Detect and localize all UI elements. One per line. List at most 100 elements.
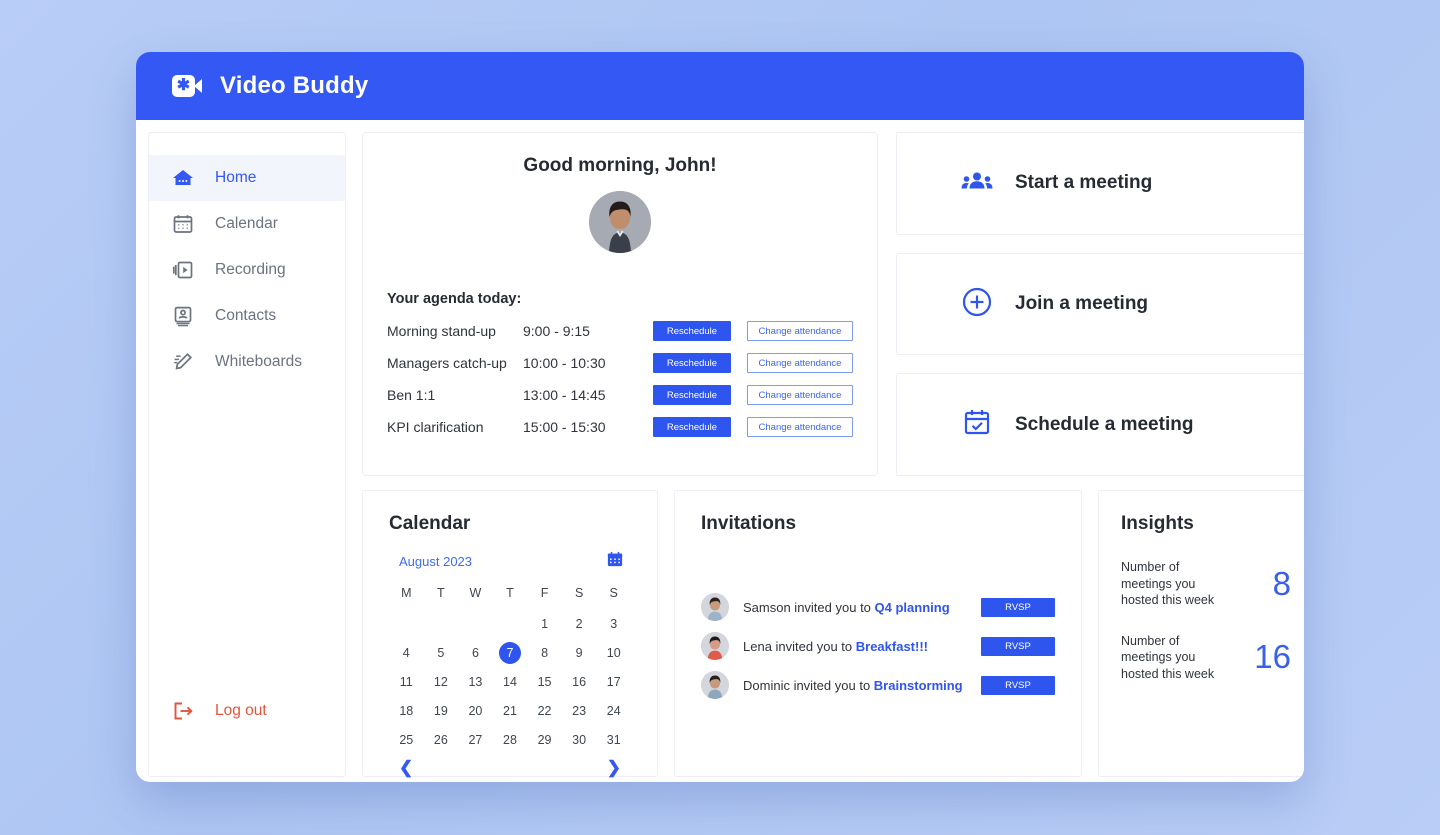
calendar-dow: F xyxy=(540,586,549,600)
sidebar-item-recording[interactable]: Recording xyxy=(149,247,345,293)
agenda-meeting-name: Morning stand-up xyxy=(387,323,496,339)
calendar-day[interactable]: 26 xyxy=(424,729,459,751)
greeting-card: Good morning, John! Your agenda today: M… xyxy=(362,132,878,476)
inviter-avatar xyxy=(701,671,729,699)
reschedule-button[interactable]: Reschedule xyxy=(653,353,731,373)
calendar-day[interactable]: 25 xyxy=(389,729,424,751)
invitation-event-link[interactable]: Q4 planning xyxy=(875,600,950,615)
insights-title: Insights xyxy=(1121,513,1194,534)
app-titlebar: ✱ Video Buddy xyxy=(136,52,1304,120)
sidebar-item-home[interactable]: Home xyxy=(149,155,345,201)
change-attendance-button[interactable]: Change attendance xyxy=(747,385,853,405)
invitation-text: Lena invited you to Breakfast!!! xyxy=(743,639,981,654)
sidebar-item-calendar[interactable]: Calendar xyxy=(149,201,345,247)
reschedule-button[interactable]: Reschedule xyxy=(653,417,731,437)
logout-arrow-icon xyxy=(171,699,195,723)
chevron-left-icon[interactable]: ❮ xyxy=(399,759,413,776)
schedule-meeting-card[interactable]: Schedule a meeting xyxy=(896,373,1304,477)
agenda-meeting-time: 15:00 - 15:30 xyxy=(523,419,606,435)
calendar-day[interactable]: 8 xyxy=(527,642,562,664)
action-cards: Start a meeting Join a meeting Schedule … xyxy=(896,132,1304,477)
calendar-day[interactable]: 4 xyxy=(389,642,424,664)
sidebar-item-label: Recording xyxy=(215,261,286,278)
logout-label: Log out xyxy=(215,702,267,719)
reschedule-button[interactable]: Reschedule xyxy=(653,321,731,341)
change-attendance-button[interactable]: Change attendance xyxy=(747,321,853,341)
join-meeting-card[interactable]: Join a meeting xyxy=(896,252,1304,356)
calendar-title: Calendar xyxy=(389,513,471,534)
calendar-day[interactable]: 3 xyxy=(596,613,631,635)
calendar-day[interactable]: 18 xyxy=(389,700,424,722)
calendar-day[interactable]: 14 xyxy=(493,671,528,693)
start-meeting-card[interactable]: Start a meeting xyxy=(896,132,1304,235)
agenda-row: KPI clarification 15:00 - 15:30 Reschedu… xyxy=(387,411,853,443)
insight-label: Number of meetings you hosted this week xyxy=(1121,633,1215,681)
calendar-day[interactable]: 11 xyxy=(389,671,424,693)
calendar-day[interactable]: 28 xyxy=(493,729,528,751)
chevron-right-icon[interactable]: ❯ xyxy=(607,759,621,776)
calendar-day[interactable]: 27 xyxy=(458,729,493,751)
calendar-day[interactable]: 24 xyxy=(596,700,631,722)
calendar-day[interactable]: 6 xyxy=(458,642,493,664)
calendar-picker-icon[interactable] xyxy=(607,551,623,572)
invitation-row: Samson invited you to Q4 planning RVSP xyxy=(701,593,1055,621)
calendar-blank xyxy=(493,613,528,635)
calendar-day[interactable]: 31 xyxy=(596,729,631,751)
calendar-grid: M T W T F S S 1 2 3 4 5 6 7 8 9 10 11 12 13 14 15 16 17 18 19 20 21… xyxy=(389,586,631,751)
reschedule-button[interactable]: Reschedule xyxy=(653,385,731,405)
action-card-label: Start a meeting xyxy=(1015,172,1153,194)
calendar-day[interactable]: 2 xyxy=(562,613,597,635)
calendar-day[interactable]: 5 xyxy=(424,642,459,664)
change-attendance-button[interactable]: Change attendance xyxy=(747,417,853,437)
calendar-day[interactable]: 16 xyxy=(562,671,597,693)
rvsp-button[interactable]: RVSP xyxy=(981,597,1055,617)
inviter-avatar xyxy=(701,593,729,621)
action-card-label: Schedule a meeting xyxy=(1015,413,1194,435)
recording-icon xyxy=(171,258,195,282)
logout-button[interactable]: Log out xyxy=(149,688,345,734)
insight-label: Number of meetings you hosted this week xyxy=(1121,560,1215,607)
calendar-day[interactable]: 17 xyxy=(596,671,631,693)
sidebar-item-whiteboards[interactable]: Whiteboards xyxy=(149,339,345,385)
agenda-meeting-name: Ben 1:1 xyxy=(387,387,436,403)
rvsp-button[interactable]: RVSP xyxy=(981,675,1055,695)
calendar-day[interactable]: 15 xyxy=(527,671,562,693)
change-attendance-button[interactable]: Change attendance xyxy=(747,353,853,373)
insight-stat: Number of meetings you hosted this week … xyxy=(1121,633,1291,683)
calendar-day[interactable]: 30 xyxy=(562,729,597,751)
agenda-meeting-time: 9:00 - 9:15 xyxy=(523,323,590,339)
agenda-heading: Your agenda today: xyxy=(387,291,522,307)
calendar-day[interactable]: 20 xyxy=(458,700,493,722)
calendar-dow: S xyxy=(609,586,618,600)
rvsp-button[interactable]: RVSP xyxy=(981,636,1055,656)
calendar-day[interactable]: 19 xyxy=(424,700,459,722)
page-title: Good morning, John! xyxy=(523,155,717,176)
invitation-row: Lena invited you to Breakfast!!! RVSP xyxy=(701,632,1055,660)
invitation-event-link[interactable]: Brainstorming xyxy=(874,678,963,693)
sidebar-item-label: Home xyxy=(215,169,257,186)
invitation-text: Dominic invited you to Brainstorming xyxy=(743,678,981,693)
calendar-day[interactable]: 10 xyxy=(596,642,631,664)
calendar-day[interactable]: 9 xyxy=(562,642,597,664)
agenda-row: Ben 1:1 13:00 - 14:45 Reschedule Change … xyxy=(387,379,853,411)
sidebar-item-contacts[interactable]: Contacts xyxy=(149,293,345,339)
calendar-day-today[interactable]: 7 xyxy=(498,642,521,664)
calendar-day[interactable]: 22 xyxy=(527,700,562,722)
invitation-text: Samson invited you to Q4 planning xyxy=(743,600,981,615)
invitation-event-link[interactable]: Breakfast!!! xyxy=(856,639,928,654)
calendar-day[interactable]: 13 xyxy=(458,671,493,693)
invitation-prefix: Samson invited you to xyxy=(743,599,875,615)
people-group-icon xyxy=(961,169,993,198)
whiteboard-pencil-icon xyxy=(171,350,195,374)
calendar-day[interactable]: 12 xyxy=(424,671,459,693)
calendar-day[interactable]: 21 xyxy=(493,700,528,722)
calendar-day[interactable]: 1 xyxy=(527,613,562,635)
calendar-month-label[interactable]: August 2023 xyxy=(399,554,472,569)
calendar-day[interactable]: 23 xyxy=(562,700,597,722)
main-content: Good morning, John! Your agenda today: M… xyxy=(362,132,1304,777)
invitation-row: Dominic invited you to Brainstorming RVSP xyxy=(701,671,1055,699)
calendar-day[interactable]: 29 xyxy=(527,729,562,751)
invitation-prefix: Lena invited you to xyxy=(743,638,856,654)
calendar-dow: T xyxy=(506,586,514,600)
app-title: Video Buddy xyxy=(220,72,369,99)
